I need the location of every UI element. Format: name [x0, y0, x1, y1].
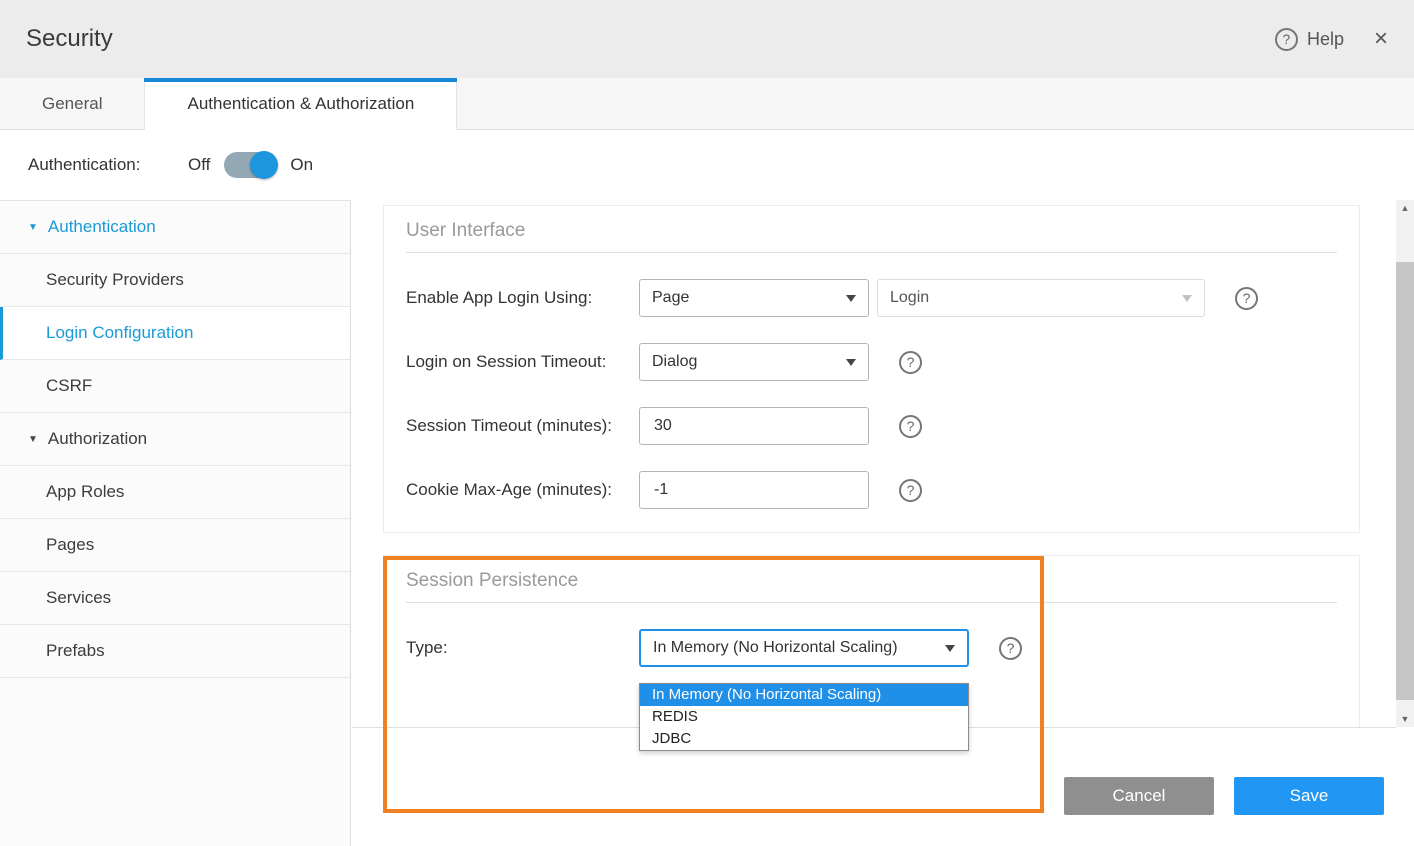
sidebar-item-app-roles[interactable]: App Roles: [0, 466, 350, 519]
authentication-toggle-row: Authentication: Off On: [0, 130, 1414, 200]
persistence-type-select[interactable]: In Memory (No Horizontal Scaling): [639, 629, 969, 667]
select-value: In Memory (No Horizontal Scaling): [653, 639, 898, 657]
sidebar-item-pages[interactable]: Pages: [0, 519, 350, 572]
authentication-toggle[interactable]: [224, 152, 276, 178]
security-dialog: Security ? Help × General Authentication…: [0, 0, 1414, 846]
page-title: Security: [26, 25, 113, 53]
tab-bar: General Authentication & Authorization: [0, 78, 1414, 130]
section-divider: [406, 602, 1337, 603]
form-row-cookie-max-age: Cookie Max-Age (minutes): ?: [406, 471, 1337, 509]
section-divider: [406, 252, 1337, 253]
section-title: User Interface: [406, 206, 1337, 242]
help-circle-icon[interactable]: ?: [1235, 287, 1258, 310]
dialog-header: Security ? Help ×: [0, 0, 1414, 78]
login-page-select[interactable]: Login: [877, 279, 1205, 317]
help-circle-icon[interactable]: ?: [899, 351, 922, 374]
vertical-scrollbar[interactable]: ▲ ▼: [1396, 200, 1414, 727]
scroll-up-icon[interactable]: ▲: [1396, 200, 1414, 216]
main-content: User Interface Enable App Login Using: P…: [352, 200, 1396, 846]
settings-sidebar: ▼ Authentication Security Providers Logi…: [0, 200, 351, 846]
sidebar-item-prefabs[interactable]: Prefabs: [0, 625, 350, 678]
section-title: Session Persistence: [406, 556, 1337, 592]
login-on-session-timeout-select[interactable]: Dialog: [639, 343, 869, 381]
scroll-down-icon[interactable]: ▼: [1396, 711, 1414, 727]
scrollbar-thumb[interactable]: [1396, 262, 1414, 700]
form-row-persistence-type: Type: In Memory (No Horizontal Scaling) …: [406, 629, 1337, 667]
toggle-knob: [250, 151, 278, 179]
cookie-max-age-input[interactable]: [639, 471, 869, 509]
help-circle-icon[interactable]: ?: [899, 415, 922, 438]
field-label: Enable App Login Using:: [406, 288, 639, 308]
dropdown-option-redis[interactable]: REDIS: [640, 706, 968, 728]
help-button[interactable]: ? Help: [1275, 28, 1344, 51]
sidebar-item-csrf[interactable]: CSRF: [0, 360, 350, 413]
chevron-down-icon: [1182, 295, 1192, 302]
user-interface-section: User Interface Enable App Login Using: P…: [383, 205, 1360, 533]
sidebar-item-login-configuration[interactable]: Login Configuration: [0, 307, 350, 360]
sidebar-group-authorization[interactable]: ▼ Authorization: [0, 413, 350, 466]
help-circle-icon[interactable]: ?: [999, 637, 1022, 660]
field-label: Cookie Max-Age (minutes):: [406, 480, 639, 500]
header-actions: ? Help ×: [1275, 27, 1388, 51]
sidebar-item-security-providers[interactable]: Security Providers: [0, 254, 350, 307]
authentication-label: Authentication:: [28, 155, 188, 175]
session-persistence-section: Session Persistence Type: In Memory (No …: [383, 555, 1360, 727]
chevron-down-icon: [945, 645, 955, 652]
chevron-down-icon: ▼: [28, 222, 38, 233]
sidebar-item-label: Prefabs: [46, 641, 105, 661]
persistence-type-dropdown-list: In Memory (No Horizontal Scaling) REDIS …: [639, 683, 969, 751]
tab-authentication-authorization[interactable]: Authentication & Authorization: [144, 78, 457, 130]
tab-general[interactable]: General: [0, 78, 144, 129]
sidebar-group-authentication[interactable]: ▼ Authentication: [0, 201, 350, 254]
select-value: Login: [890, 289, 929, 307]
form-row-login-on-session-timeout: Login on Session Timeout: Dialog ?: [406, 343, 1337, 381]
session-timeout-input[interactable]: [639, 407, 869, 445]
field-label: Type:: [406, 638, 639, 658]
close-icon[interactable]: ×: [1374, 27, 1388, 51]
sidebar-item-label: Security Providers: [46, 270, 184, 290]
sidebar-group-label: Authentication: [48, 217, 156, 237]
form-row-session-timeout: Session Timeout (minutes): ?: [406, 407, 1337, 445]
enable-app-login-select[interactable]: Page: [639, 279, 869, 317]
dropdown-option-in-memory[interactable]: In Memory (No Horizontal Scaling): [640, 684, 968, 706]
dropdown-option-jdbc[interactable]: JDBC: [640, 728, 968, 750]
sidebar-group-label: Authorization: [48, 429, 147, 449]
chevron-down-icon: [846, 295, 856, 302]
chevron-down-icon: ▼: [28, 434, 38, 445]
sidebar-item-services[interactable]: Services: [0, 572, 350, 625]
field-label: Login on Session Timeout:: [406, 352, 639, 372]
help-circle-icon: ?: [1275, 28, 1298, 51]
toggle-on-label: On: [290, 155, 313, 175]
sidebar-item-label: Pages: [46, 535, 94, 555]
help-label: Help: [1307, 29, 1344, 50]
form-row-enable-app-login: Enable App Login Using: Page Login ?: [406, 279, 1337, 317]
sidebar-item-label: Login Configuration: [46, 323, 193, 343]
select-value: Dialog: [652, 353, 697, 371]
chevron-down-icon: [846, 359, 856, 366]
toggle-off-label: Off: [188, 155, 210, 175]
sidebar-item-label: CSRF: [46, 376, 92, 396]
sidebar-item-label: Services: [46, 588, 111, 608]
sidebar-item-label: App Roles: [46, 482, 124, 502]
select-value: Page: [652, 289, 689, 307]
cancel-button[interactable]: Cancel: [1064, 777, 1214, 815]
field-label: Session Timeout (minutes):: [406, 416, 639, 436]
save-button[interactable]: Save: [1234, 777, 1384, 815]
help-circle-icon[interactable]: ?: [899, 479, 922, 502]
